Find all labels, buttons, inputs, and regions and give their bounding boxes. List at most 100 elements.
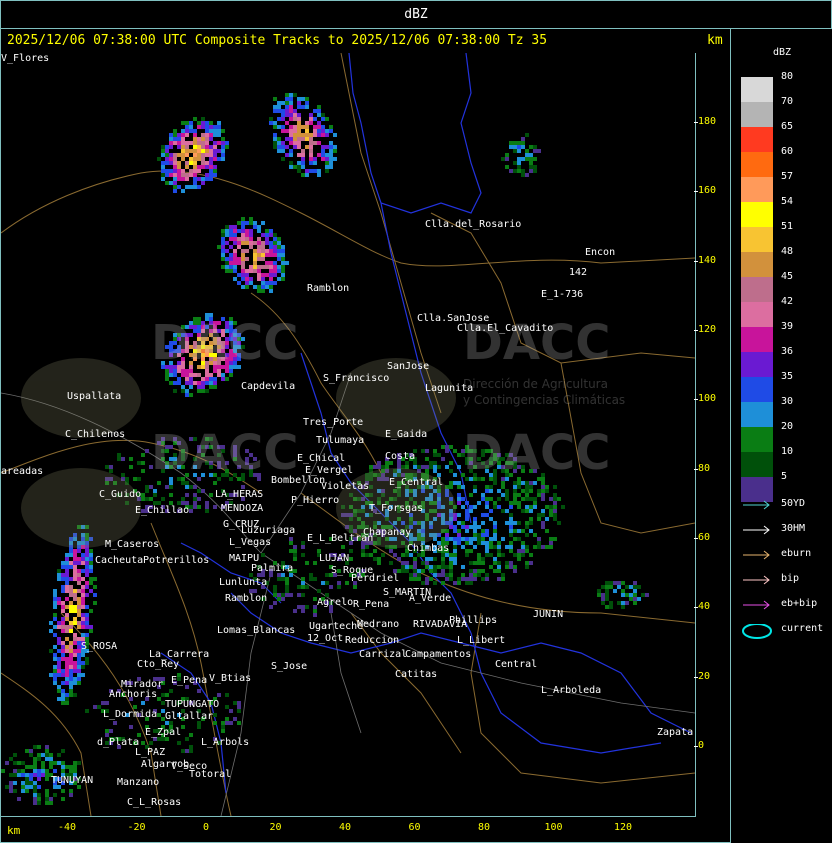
echo-pixel <box>253 225 257 229</box>
echo-pixel <box>297 169 301 173</box>
echo-pixel <box>61 625 65 629</box>
echo-pixel <box>181 129 185 133</box>
echo-pixel <box>325 153 329 157</box>
echo-pixel <box>497 549 501 553</box>
echo-pixel <box>633 585 637 589</box>
echo-pixel <box>501 509 505 513</box>
echo-pixel <box>105 465 109 469</box>
echo-pixel <box>297 113 301 117</box>
echo-pixel <box>85 605 89 609</box>
echo-pixel <box>633 593 637 597</box>
echo-pixel <box>505 565 509 569</box>
echo-pixel <box>521 545 525 549</box>
echo-pixel <box>9 757 13 761</box>
echo-pixel <box>317 121 321 125</box>
echo-pixel <box>189 161 193 165</box>
echo-pixel <box>629 593 633 597</box>
echo-pixel <box>493 569 497 573</box>
echo-pixel <box>449 537 453 541</box>
echo-pixel <box>165 485 169 489</box>
y-tick-label: 60 <box>694 532 710 543</box>
echo-pixel <box>521 157 525 161</box>
echo-pixel <box>269 229 273 233</box>
place-label: Reduccion <box>345 635 400 646</box>
echo-pixel <box>297 121 301 125</box>
echo-pixel <box>69 685 73 689</box>
echo-pixel <box>209 373 213 377</box>
echo-pixel <box>481 537 485 541</box>
echo-pixel <box>453 549 457 553</box>
echo-pixel <box>273 249 277 253</box>
echo-pixel <box>77 569 81 573</box>
echo-pixel <box>529 153 533 157</box>
echo-pixel <box>21 761 25 765</box>
echo-pixel <box>29 753 33 757</box>
echo-pixel <box>293 113 297 117</box>
radar-map[interactable]: DACC DACC DACC DACC Dirección de Agricul… <box>0 53 696 817</box>
echo-pixel <box>541 493 545 497</box>
echo-pixel <box>77 681 81 685</box>
echo-pixel <box>73 593 77 597</box>
echo-pixel <box>233 265 237 269</box>
echo-pixel <box>173 189 177 193</box>
echo-pixel <box>65 681 69 685</box>
echo-pixel <box>77 669 81 673</box>
echo-pixel <box>85 581 89 585</box>
echo-pixel <box>197 185 201 189</box>
echo-pixel <box>65 585 69 589</box>
place-label: L_Dormida <box>103 709 158 720</box>
echo-pixel <box>61 789 65 793</box>
echo-pixel <box>17 769 21 773</box>
echo-pixel <box>65 693 69 697</box>
echo-pixel <box>537 149 541 153</box>
echo-pixel <box>61 589 65 593</box>
echo-pixel <box>253 253 257 257</box>
echo-pixel <box>305 169 309 173</box>
echo-pixel <box>237 245 241 249</box>
echo-pixel <box>261 241 265 245</box>
echo-pixel <box>161 153 165 157</box>
echo-pixel <box>457 497 461 501</box>
echo-pixel <box>13 761 17 765</box>
echo-pixel <box>297 137 301 141</box>
echo-pixel <box>269 249 273 253</box>
echo-pixel <box>297 145 301 149</box>
echo-pixel <box>453 529 457 533</box>
echo-pixel <box>325 157 329 161</box>
echo-pixel <box>541 481 545 485</box>
echo-pixel <box>297 593 301 597</box>
echo-pixel <box>373 549 377 553</box>
echo-pixel <box>517 141 521 145</box>
echo-pixel <box>29 785 33 789</box>
echo-pixel <box>317 129 321 133</box>
echo-pixel <box>61 701 65 705</box>
echo-pixel <box>173 177 177 181</box>
echo-pixel <box>89 557 93 561</box>
echo-pixel <box>493 533 497 537</box>
echo-pixel <box>29 781 33 785</box>
echo-pixel <box>513 489 517 493</box>
echo-pixel <box>201 133 205 137</box>
echo-pixel <box>509 141 513 145</box>
echo-pixel <box>429 569 433 573</box>
echo-pixel <box>289 541 293 545</box>
echo-pixel <box>101 701 105 705</box>
echo-pixel <box>73 609 77 613</box>
echo-pixel <box>617 581 621 585</box>
echo-pixel <box>181 157 185 161</box>
echo-pixel <box>285 581 289 585</box>
echo-pixel <box>245 233 249 237</box>
echo-pixel <box>161 149 165 153</box>
echo-pixel <box>65 565 69 569</box>
echo-pixel <box>517 145 521 149</box>
echo-pixel <box>529 505 533 509</box>
echo-pixel <box>65 665 69 669</box>
echo-pixel <box>245 269 249 273</box>
echo-pixel <box>61 629 65 633</box>
echo-pixel <box>69 681 73 685</box>
echo-pixel <box>465 549 469 553</box>
echo-pixel <box>441 561 445 565</box>
echo-pixel <box>381 553 385 557</box>
echo-pixel <box>285 153 289 157</box>
echo-pixel <box>185 133 189 137</box>
